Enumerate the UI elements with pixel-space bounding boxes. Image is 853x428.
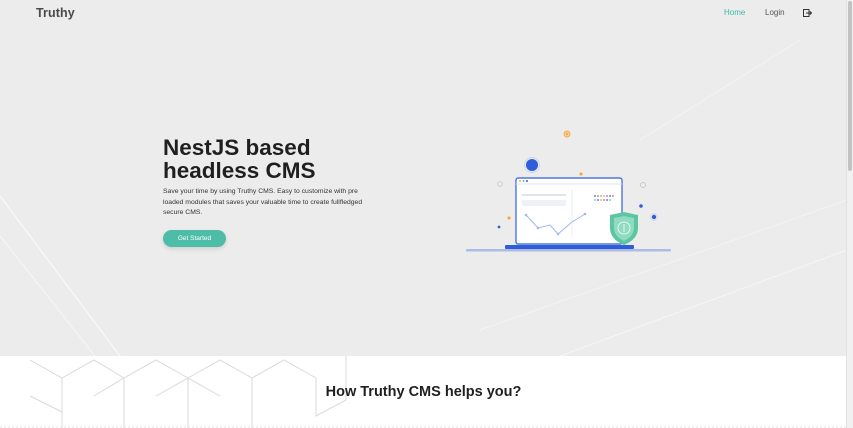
brand-logo[interactable]: Truthy (36, 6, 75, 20)
hero-description: Save your time by using Truthy CMS. Easy… (163, 188, 363, 217)
hero-title-line-2: headless CMS (163, 158, 316, 183)
hero-background-lines (0, 39, 847, 356)
page-scrollbar[interactable] (846, 0, 853, 428)
nav-link-login[interactable]: Login (765, 8, 785, 17)
features-section-title: How Truthy CMS helps you? (325, 384, 522, 400)
hero-title-line-1: NestJS based (163, 135, 311, 160)
login-enter-icon[interactable] (803, 9, 812, 17)
hero-section: Truthy Home Login NestJS based headless … (0, 0, 847, 356)
get-started-button[interactable]: Get Started (163, 230, 226, 247)
navbar: Truthy Home Login (0, 0, 847, 26)
scrollbar-thumb[interactable] (848, 1, 852, 171)
hero-title: NestJS based headless CMS (163, 136, 403, 182)
cms-dashboard-illustration (466, 130, 671, 252)
nav-link-home[interactable]: Home (724, 8, 745, 17)
